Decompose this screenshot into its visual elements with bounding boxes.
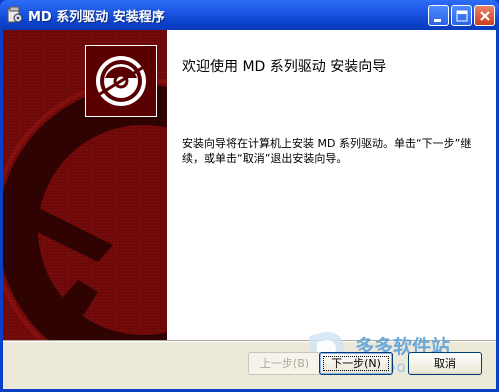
wizard-banner: 欢迎使用 MD 系列驱动 安装向导 安装向导将在计算机上安装 MD 系列驱动。单… [3,30,496,340]
welcome-description: 安装向导将在计算机上安装 MD 系列驱动。单击“下一步”继续，或单击“取消”退出… [182,137,472,165]
maximize-button[interactable] [451,5,472,26]
welcome-title: 欢迎使用 MD 系列驱动 安装向导 [182,59,387,75]
installer-window: MD 系列驱动 安装程序 欢迎使用 MD 系列驱动 安装向导 安装向导将在计算机… [0,0,499,392]
minimize-button[interactable] [428,5,449,26]
focus-ring [323,356,389,371]
cancel-button[interactable]: 取消 [408,352,482,375]
maximize-icon [456,10,468,22]
disc-icon [84,44,158,118]
close-icon [480,11,490,21]
minimize-icon [434,19,441,22]
installer-icon [6,6,24,24]
next-button[interactable]: 下一步(N) [319,352,393,375]
title-bar[interactable]: MD 系列驱动 安装程序 [0,0,499,30]
dialog-client-area: 欢迎使用 MD 系列驱动 安装向导 安装向导将在计算机上安装 MD 系列驱动。单… [3,30,496,389]
close-button[interactable] [474,5,495,26]
window-title: MD 系列驱动 安装程序 [28,10,165,25]
back-button[interactable]: 上一步(B) [248,352,321,375]
